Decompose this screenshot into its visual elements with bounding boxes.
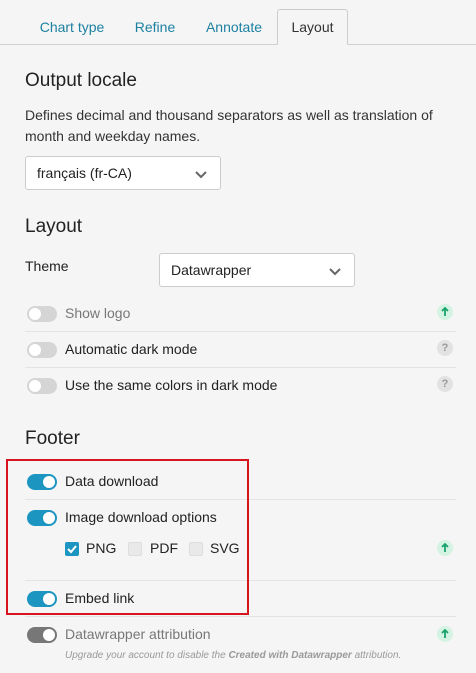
locale-select-value: français (fr-CA) [37,165,132,181]
data-download-toggle[interactable] [27,474,57,490]
chevron-down-icon [329,268,341,276]
locale-heading: Output locale [25,70,137,91]
locale-description: Defines decimal and thousand separators … [25,107,433,144]
same-colors-label: Use the same colors in dark mode [65,377,278,393]
locale-select[interactable]: français (fr-CA) [25,156,221,190]
png-checkbox[interactable] [65,542,79,556]
auto-dark-mode-toggle[interactable] [27,342,57,358]
theme-select-value: Datawrapper [171,262,252,278]
tab-annotate[interactable]: Annotate [195,9,273,45]
tab-layout[interactable]: Layout [277,9,348,45]
attribution-toggle[interactable] [27,627,57,643]
upgrade-arrow-icon[interactable] [437,304,453,320]
layout-heading: Layout [25,216,83,237]
svg-label: SVG [210,540,240,556]
upgrade-arrow-icon[interactable] [437,540,453,556]
tab-chart-type[interactable]: Chart type [26,9,118,45]
chevron-down-icon [195,171,207,179]
pdf-checkbox[interactable] [128,542,142,556]
footer-heading: Footer [25,428,80,449]
theme-label: Theme [25,258,69,274]
svg-checkbox[interactable] [189,542,203,556]
help-icon[interactable]: ? [437,376,453,392]
image-download-toggle[interactable] [27,510,57,526]
auto-dark-mode-label: Automatic dark mode [65,341,198,357]
row-divider [25,499,456,500]
attribution-label: Datawrapper attribution [65,626,211,642]
upgrade-arrow-icon[interactable] [437,626,453,642]
check-icon [67,545,77,554]
show-logo-label: Show logo [65,305,131,321]
image-download-label: Image download options [65,509,217,525]
same-colors-toggle[interactable] [27,378,57,394]
show-logo-toggle[interactable] [27,306,57,322]
row-divider [25,616,456,617]
pdf-label: PDF [150,540,178,556]
attribution-note: Upgrade your account to disable the Crea… [65,650,402,661]
data-download-label: Data download [65,473,159,489]
embed-link-label: Embed link [65,590,135,606]
help-icon[interactable]: ? [437,340,453,356]
png-label: PNG [86,540,117,556]
theme-select[interactable]: Datawrapper [159,253,355,287]
tab-bar: Chart type Refine Annotate Layout [0,0,476,45]
row-divider [25,580,456,581]
embed-link-toggle[interactable] [27,591,57,607]
tab-refine[interactable]: Refine [124,9,186,45]
row-divider [25,367,456,368]
row-divider [25,331,456,332]
